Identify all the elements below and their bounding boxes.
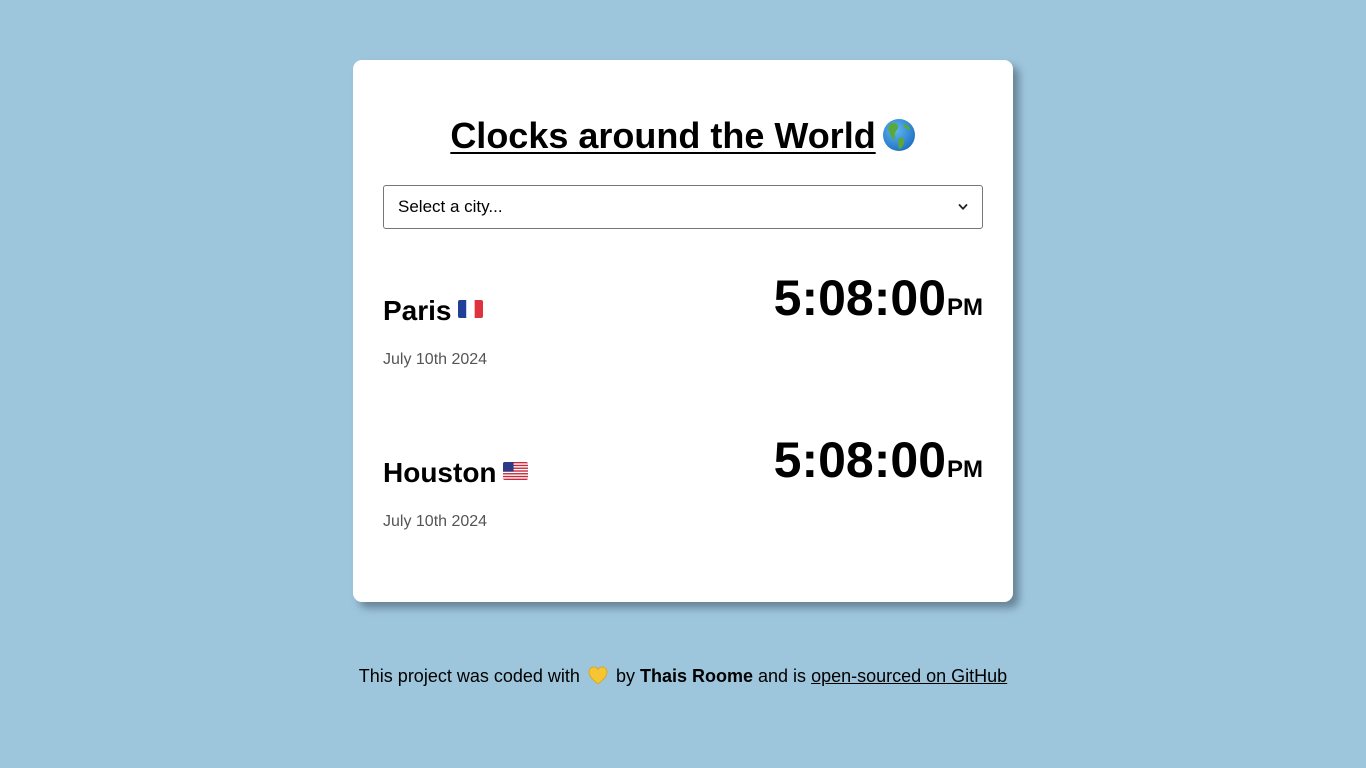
footer-by: by bbox=[615, 666, 635, 686]
flag-usa-icon bbox=[502, 462, 528, 480]
city-name: Houston bbox=[383, 456, 528, 490]
footer-author: Thais Roome bbox=[639, 666, 753, 686]
city-select-value: Select a city... bbox=[398, 197, 503, 216]
city-name-text: Houston bbox=[383, 457, 497, 488]
page-title: Clocks around the World bbox=[353, 114, 1013, 158]
clock-time: 5:08:00 bbox=[773, 432, 946, 488]
clock-time: 5:08:00 bbox=[773, 270, 946, 326]
footer-and-is: and is bbox=[758, 666, 807, 686]
city-row-houston: Houston July 10th 2024 5:08:00PM bbox=[383, 432, 983, 566]
chevron-down-icon bbox=[958, 204, 968, 210]
github-link[interactable]: open-sourced on GitHub bbox=[811, 666, 1007, 686]
clock-card: Clocks around the World Select a city...… bbox=[353, 60, 1013, 602]
city-clock: 5:08:00PM bbox=[774, 432, 983, 488]
city-select[interactable]: Select a city... bbox=[383, 185, 983, 229]
city-clock: 5:08:00PM bbox=[774, 270, 983, 326]
page-title-text: Clocks around the World bbox=[450, 115, 876, 156]
city-date: July 10th 2024 bbox=[383, 513, 488, 530]
footer: This project was coded with by Thais Roo… bbox=[0, 664, 1366, 688]
city-row-paris: Paris July 10th 2024 5:08:00PM bbox=[383, 270, 983, 404]
city-date: July 10th 2024 bbox=[383, 351, 488, 368]
flag-france-icon bbox=[457, 300, 483, 318]
globe-americas-icon bbox=[882, 119, 915, 151]
city-name-text: Paris bbox=[383, 295, 452, 326]
clock-ampm: PM bbox=[947, 294, 983, 321]
clock-ampm: PM bbox=[947, 456, 983, 483]
city-name: Paris bbox=[383, 294, 483, 328]
footer-text: This project was coded with bbox=[358, 666, 580, 686]
yellow-heart-icon bbox=[588, 666, 608, 685]
